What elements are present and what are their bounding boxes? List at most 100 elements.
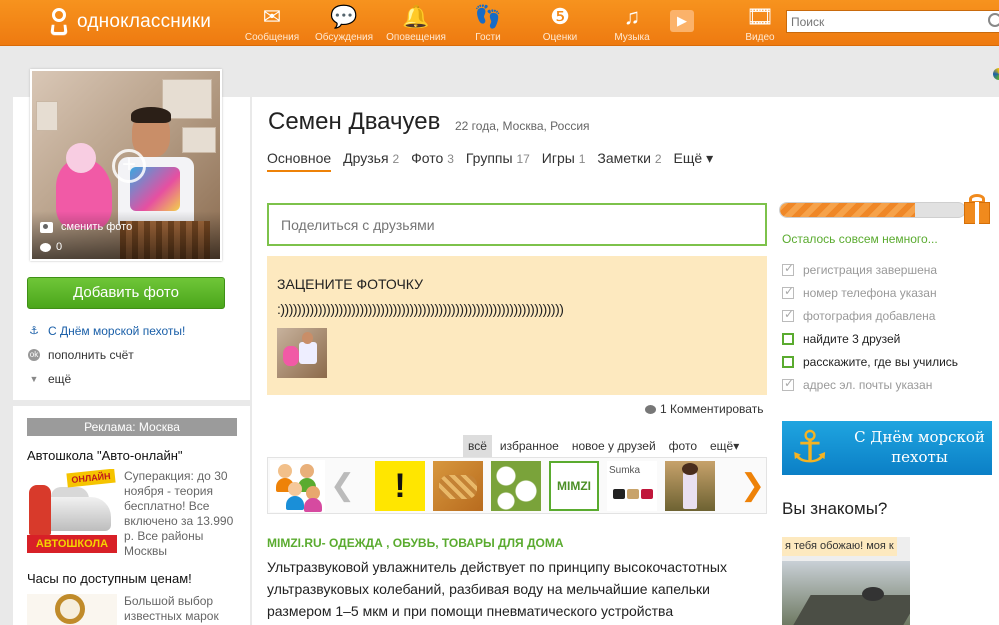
add-photo-plus-icon[interactable]: + <box>112 149 146 183</box>
nav-music[interactable]: ♫ Музыка <box>596 0 668 46</box>
check-phone: номер телефона указан <box>782 281 958 304</box>
comment-button[interactable]: 1 Комментировать <box>645 402 763 416</box>
checkbox-checked-icon <box>782 284 794 299</box>
sidebar-link-marines-day[interactable]: ⚓ С Днём морской пехоты! <box>28 324 185 338</box>
suggested-person-caption: я тебя обожаю! моя к <box>782 537 897 556</box>
ad-image-watches[interactable] <box>27 594 117 625</box>
profile-name: Семен Двачуев <box>268 108 441 135</box>
sidebar-links: ⚓ С Днём морской пехоты! ok пополнить сч… <box>13 320 250 400</box>
ad-image-driving-school[interactable]: ОНЛАЙН АВТОШКОЛА <box>27 469 117 554</box>
play-icon: ▶ <box>677 13 687 28</box>
feed-filters: всё избранное новое у друзей фото ещё▾ <box>463 435 747 457</box>
check-email: адрес эл. почты указан <box>782 373 958 396</box>
anchor-icon: ⚓ <box>29 325 39 337</box>
sidebar-link-more[interactable]: ▼ ещё <box>28 372 72 386</box>
carousel-item-mimzi[interactable]: MIMZI <box>549 461 599 511</box>
ad-text-watches: Большой выбор известных марок <box>124 594 219 623</box>
nav-ratings[interactable]: ❺ Оценки <box>524 0 596 46</box>
suggested-person-card[interactable]: я тебя обожаю! моя к <box>782 537 910 625</box>
carousel-item-bread[interactable] <box>433 461 483 511</box>
profile-meta: 22 года, Москва, Россия <box>455 119 590 133</box>
tab-more[interactable]: Ещё ▾ <box>674 150 714 172</box>
add-photo-button[interactable]: Добавить фото <box>27 277 225 309</box>
filter-favorites[interactable]: избранное <box>495 435 564 457</box>
filter-more[interactable]: ещё▾ <box>705 435 744 457</box>
anchor-icon: ⚓ <box>790 423 830 472</box>
gift-icon[interactable] <box>962 192 990 226</box>
checkbox-checked-icon <box>782 307 794 322</box>
tab-photos[interactable]: Фото 3 <box>411 150 454 172</box>
checkbox-checked-icon <box>782 376 794 391</box>
envelope-icon: ✉ <box>262 4 282 29</box>
tab-games[interactable]: Игры 1 <box>542 150 586 172</box>
colorful-badge-icon <box>993 68 999 80</box>
post-title: ЗАЦЕНИТЕ ФОТОЧКУ <box>277 276 424 292</box>
tab-notes[interactable]: Заметки 2 <box>597 150 661 172</box>
tab-groups[interactable]: Группы 17 <box>466 150 530 172</box>
feed-ad-body: Ультразвуковой увлажнитель действует по … <box>267 559 727 619</box>
marines-day-banner[interactable]: ⚓ С Днём морской пехоты <box>782 421 992 475</box>
tab-main[interactable]: Основное <box>267 150 332 172</box>
check-photo: фотография добавлена <box>782 304 958 327</box>
filter-friends-new[interactable]: новое у друзей <box>567 435 661 457</box>
carousel-item-girl[interactable] <box>665 461 715 511</box>
share-input[interactable] <box>267 203 767 246</box>
check-find-friends[interactable]: найдите 3 друзей <box>782 327 958 350</box>
checkbox-empty-icon <box>782 355 794 368</box>
logo-text: одноклассники <box>77 11 212 32</box>
feed-ad-site[interactable]: MIMZI.RU- ОДЕЖДА , ОБУВЬ, ТОВАРЫ ДЛЯ ДОМ… <box>267 536 564 550</box>
camera-icon <box>40 221 53 233</box>
footprints-icon: 👣 <box>474 4 502 29</box>
coin-icon: ok <box>28 349 40 361</box>
post-photo-thumbnail[interactable] <box>277 328 327 378</box>
comment-bubble-icon <box>40 242 51 252</box>
people-group-icon[interactable] <box>270 460 325 512</box>
profile-tabs: Основное Друзья 2 Фото 3 Группы 17 Игры … <box>267 150 725 172</box>
ads-header: Реклама: Москва <box>27 418 237 436</box>
check-education[interactable]: расскажите, где вы учились <box>782 350 958 373</box>
nav-messages[interactable]: ✉ Сообщения <box>236 0 308 46</box>
carousel-item-warning[interactable]: ! <box>375 461 425 511</box>
filter-photos[interactable]: фото <box>664 435 702 457</box>
post-text: :)))))))))))))))))))))))))))))))))))))))… <box>277 301 564 317</box>
comment-bubble-icon <box>645 404 656 414</box>
filter-all[interactable]: всё <box>463 435 492 457</box>
profile-photo[interactable]: + сменить фото 0 <box>30 69 222 261</box>
watch-icon <box>55 594 85 624</box>
music-note-icon: ♫ <box>623 4 641 29</box>
search-input[interactable] <box>786 10 999 33</box>
profile-checklist: регистрация завершена номер телефона ука… <box>782 258 958 396</box>
photo-comment-count[interactable]: 0 <box>40 241 62 253</box>
tab-friends[interactable]: Друзья 2 <box>343 150 399 172</box>
rating-5-icon: ❺ <box>550 4 570 29</box>
music-play-button[interactable]: ▶ <box>670 10 694 32</box>
change-photo-link[interactable]: сменить фото <box>40 221 132 233</box>
chat-bubbles-icon: 💬 <box>330 4 358 29</box>
carousel-item-daisies[interactable] <box>491 461 541 511</box>
carousel-item-sumka[interactable]: Sumka <box>607 461 657 511</box>
profile-progress-fill <box>780 203 916 217</box>
ads-panel: Реклама: Москва Автошкола "Авто-онлайн" … <box>13 406 250 625</box>
main-nav: ✉ Сообщения 💬 Обсуждения 🔔 Оповещения 👣 … <box>236 0 796 46</box>
status-post: ЗАЦЕНИТЕ ФОТОЧКУ :))))))))))))))))))))))… <box>267 256 767 395</box>
nav-discussions[interactable]: 💬 Обсуждения <box>308 0 380 46</box>
ad-text-driving-school: Суперакция: до 30 ноября - теория беспла… <box>124 469 234 558</box>
logo[interactable]: одноклассники <box>50 6 211 38</box>
carousel-next-button[interactable]: ❯ <box>740 466 765 506</box>
checkbox-checked-icon <box>782 261 794 276</box>
bell-icon: 🔔 <box>402 4 430 29</box>
ad-title-driving-school[interactable]: Автошкола "Авто-онлайн" <box>27 448 183 463</box>
progress-caption: Осталось совсем немного... <box>782 232 938 246</box>
ok-logo-icon <box>50 8 68 36</box>
profile-progress-bar <box>779 202 966 218</box>
search-icon[interactable] <box>988 13 999 27</box>
feed-carousel: ❮ ! MIMZI Sumka ❯ <box>267 457 767 514</box>
ad-title-watches[interactable]: Часы по доступным ценам! <box>27 571 192 586</box>
nav-notifications[interactable]: 🔔 Оповещения <box>380 0 452 46</box>
check-registration: регистрация завершена <box>782 258 958 281</box>
carousel-prev-button[interactable]: ❮ <box>330 466 355 506</box>
film-icon: 🎞 <box>746 4 774 29</box>
checkbox-empty-icon <box>782 332 794 345</box>
sidebar-link-top-up[interactable]: ok пополнить счёт <box>28 348 134 362</box>
nav-guests[interactable]: 👣 Гости <box>452 0 524 46</box>
